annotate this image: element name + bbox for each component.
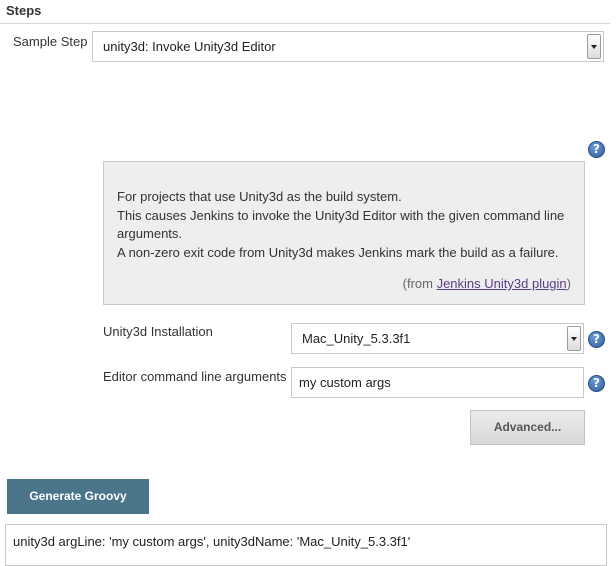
help-icon[interactable]: ? xyxy=(588,375,605,392)
sample-step-label: Sample Step xyxy=(13,34,88,49)
help-text-line: A non-zero exit code from Unity3d makes … xyxy=(117,245,559,260)
sample-step-selected-value: unity3d: Invoke Unity3d Editor xyxy=(103,39,276,54)
groovy-output-field[interactable]: unity3d argLine: 'my custom args', unity… xyxy=(5,524,607,566)
advanced-button[interactable]: Advanced... xyxy=(470,410,585,445)
editor-args-label: Editor command line arguments xyxy=(103,369,287,384)
help-source-prefix: (from xyxy=(402,276,437,291)
plugin-link[interactable]: Jenkins Unity3d plugin xyxy=(437,276,567,291)
help-icon[interactable]: ? xyxy=(588,331,605,348)
help-text-line: For projects that use Unity3d as the bui… xyxy=(117,189,402,204)
section-title: Steps xyxy=(6,3,42,18)
help-icon[interactable]: ? xyxy=(588,141,605,158)
help-source-suffix: ) xyxy=(566,276,571,291)
help-panel: For projects that use Unity3d as the bui… xyxy=(103,161,585,305)
section-divider xyxy=(0,23,610,24)
sample-step-select[interactable]: unity3d: Invoke Unity3d Editor xyxy=(92,31,604,62)
chevron-down-icon[interactable] xyxy=(567,326,581,351)
generate-groovy-button[interactable]: Generate Groovy xyxy=(7,479,149,514)
groovy-output-value: unity3d argLine: 'my custom args', unity… xyxy=(13,534,411,549)
installation-select[interactable]: Mac_Unity_5.3.3f1 xyxy=(291,323,584,354)
installation-selected-value: Mac_Unity_5.3.3f1 xyxy=(302,331,411,346)
editor-args-input[interactable]: my custom args xyxy=(291,367,584,398)
installation-label: Unity3d Installation xyxy=(103,324,213,339)
help-source: (from Jenkins Unity3d plugin) xyxy=(403,276,571,291)
editor-args-value: my custom args xyxy=(299,375,391,390)
help-text-line: This causes Jenkins to invoke the Unity3… xyxy=(117,208,565,223)
chevron-down-icon[interactable] xyxy=(587,34,601,59)
help-text-line: arguments. xyxy=(117,226,183,241)
